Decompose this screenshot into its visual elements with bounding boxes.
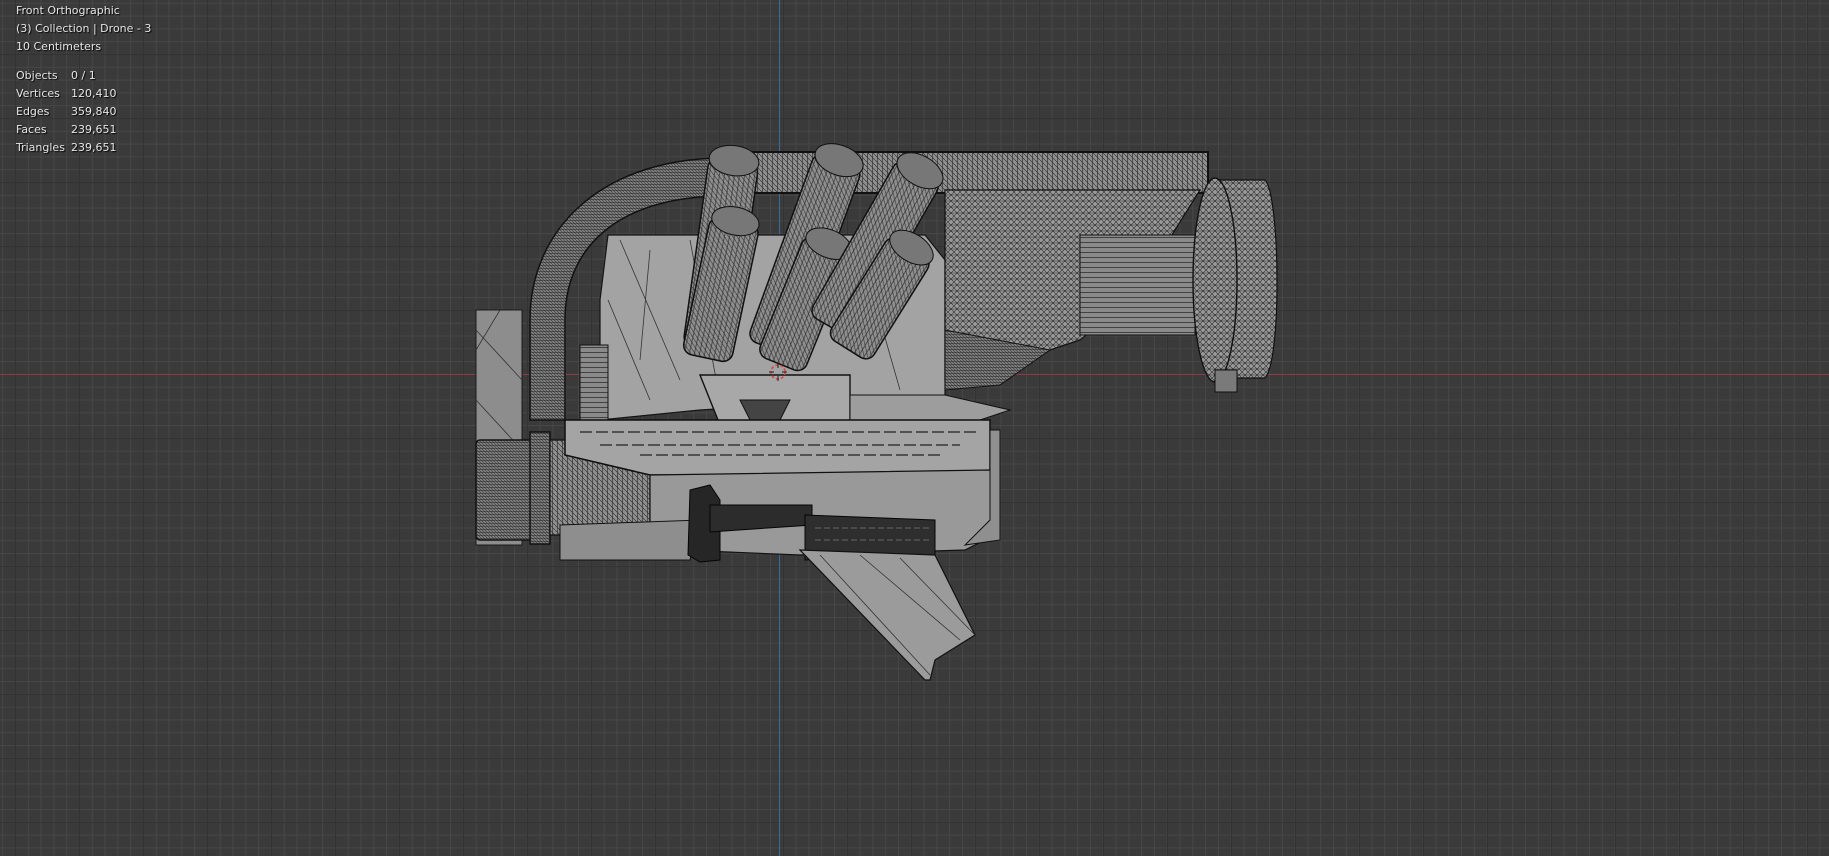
stat-row-vertices: Vertices 120,410	[16, 85, 151, 103]
stat-label: Faces	[16, 123, 47, 136]
stat-label: Vertices	[16, 87, 60, 100]
stat-row-objects: Objects 0 / 1	[16, 67, 151, 85]
stat-value: 359,840	[71, 105, 117, 118]
grid-scale: 10 Centimeters	[16, 40, 102, 53]
3d-viewport[interactable]: Front Orthographic (3) Collection | Dron…	[0, 0, 1829, 856]
collection-info: (3) Collection | Drone - 3	[16, 22, 152, 35]
stat-value: 239,651	[71, 141, 117, 154]
scene-statistics: Objects 0 / 1 Vertices 120,410 Edges 359…	[16, 67, 151, 157]
stat-label: Triangles	[16, 141, 65, 154]
view-name: Front Orthographic	[16, 4, 120, 17]
lower-fin	[798, 549, 976, 681]
viewport-info-overlay: Front Orthographic (3) Collection | Dron…	[16, 2, 151, 157]
stat-row-edges: Edges 359,840	[16, 103, 151, 121]
stat-label: Objects	[16, 69, 58, 82]
top-rail	[718, 151, 1209, 194]
drone-mesh-model[interactable]	[0, 0, 1829, 856]
stat-value: 239,651	[71, 123, 117, 136]
stat-label: Edges	[16, 105, 50, 118]
stat-value: 120,410	[71, 87, 117, 100]
3d-cursor-icon[interactable]	[769, 363, 787, 381]
stat-value: 0 / 1	[71, 69, 96, 82]
stat-row-triangles: Triangles 239,651	[16, 139, 151, 157]
stat-row-faces: Faces 239,651	[16, 121, 151, 139]
